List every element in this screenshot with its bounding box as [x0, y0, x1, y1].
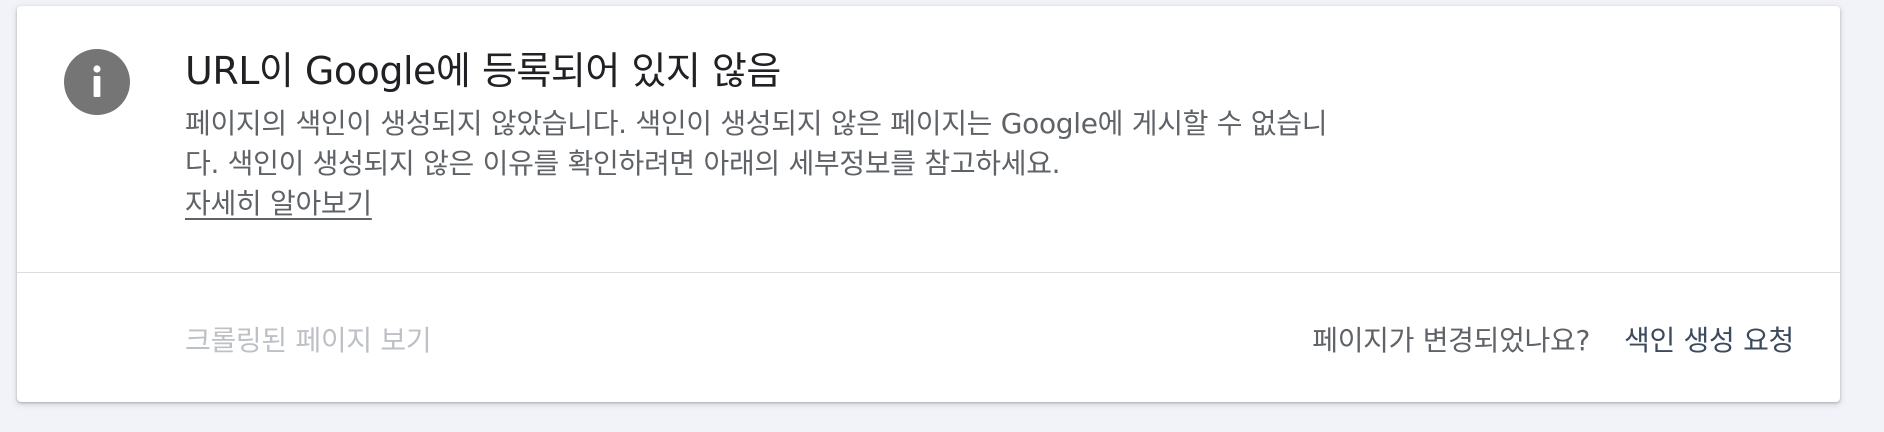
learn-more-link[interactable]: 자세히 알아보기: [185, 184, 372, 224]
status-description: 페이지의 색인이 생성되지 않았습니다. 색인이 생성되지 않은 페이지는 Go…: [185, 107, 1328, 180]
request-indexing-button[interactable]: 색인 생성 요청: [1624, 321, 1794, 361]
card-footer: 크롤링된 페이지 보기 페이지가 변경되었나요? 색인 생성 요청: [17, 273, 1840, 402]
page-changed-question: 페이지가 변경되었나요?: [1312, 324, 1591, 357]
info-icon: [64, 49, 130, 115]
status-card: URL이 Google에 등록되어 있지 않음 페이지의 색인이 생성되지 않았…: [17, 6, 1840, 402]
view-crawled-page-button[interactable]: 크롤링된 페이지 보기: [185, 321, 432, 361]
status-content: URL이 Google에 등록되어 있지 않음 페이지의 색인이 생성되지 않았…: [185, 44, 1355, 224]
status-title: URL이 Google에 등록되어 있지 않음: [185, 49, 781, 93]
request-indexing-group: 페이지가 변경되었나요? 색인 생성 요청: [1312, 321, 1794, 361]
